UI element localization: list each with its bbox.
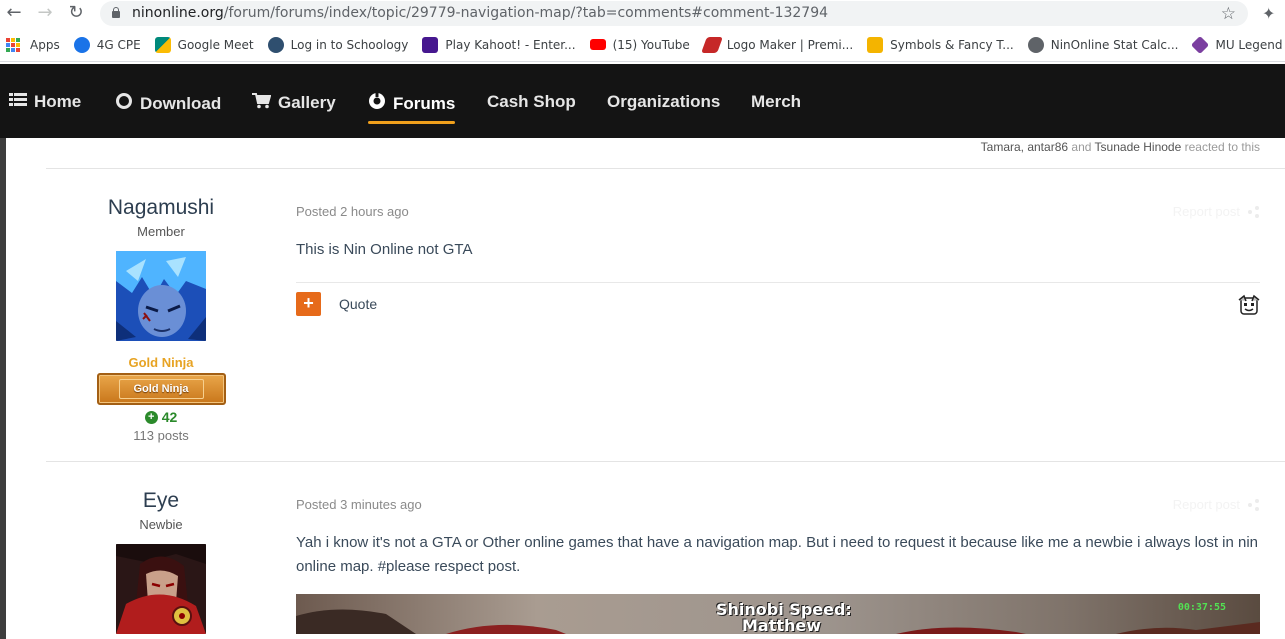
4g-cpe-icon (73, 36, 90, 53)
bookmark-google-meet[interactable]: Google Meet (154, 36, 254, 53)
bookmark-youtube[interactable]: (15) YouTube (589, 38, 690, 52)
home-icon (9, 92, 27, 112)
post-text: This is Nin Online not GTA (296, 241, 473, 258)
multiquote-plus-icon[interactable]: + (296, 292, 321, 316)
share-icon[interactable] (1248, 498, 1260, 511)
browser-toolbar: ← → ↻ ninonline.org/forum/forums/index/t… (0, 0, 1285, 28)
apps-grid-icon (6, 37, 20, 52)
symbols-icon (867, 36, 884, 53)
reputation: +42 (46, 409, 276, 425)
bookmark-star-icon[interactable]: ☆ (1221, 4, 1236, 24)
report-post-link[interactable]: Report post (1173, 497, 1260, 512)
post-timestamp[interactable]: Posted 2 hours ago (296, 204, 1260, 219)
post-author-panel: Eye Newbie (46, 489, 276, 634)
reaction-last-name[interactable]: Tsunade Hinode (1095, 140, 1182, 154)
cart-icon (252, 92, 272, 114)
plus-circle-icon: + (144, 410, 158, 424)
author-rank: Newbie (139, 517, 183, 532)
image-overlay-timer: 00:37:55 (1177, 602, 1226, 613)
extensions-icon[interactable]: ✦ (1262, 4, 1275, 23)
divider (46, 168, 1285, 169)
reaction-icon[interactable] (1238, 294, 1260, 318)
bookmark-mu-legend[interactable]: MU Legend Global (1191, 35, 1285, 54)
site-navigation: Home Download Gallery Forums Cash Shop O… (0, 64, 1285, 138)
reload-icon[interactable]: ↻ (67, 4, 85, 22)
meet-icon (154, 36, 171, 53)
reaction-summary: Tamara, antar86 and Tsunade Hinode react… (980, 140, 1260, 154)
avatar[interactable] (116, 251, 206, 341)
bookmark-symbols[interactable]: Symbols & Fancy T... (867, 36, 1014, 53)
lock-icon (112, 7, 120, 18)
author-name[interactable]: Nagamushi (46, 196, 276, 220)
forum-topic-content: Tamara, antar86 and Tsunade Hinode react… (6, 138, 1285, 639)
bookmark-apps[interactable]: Apps (6, 37, 60, 52)
post-author-panel: Nagamushi Member Gold Ninja Gold Ninja +… (46, 196, 276, 443)
nav-download[interactable]: Download (115, 92, 221, 115)
kahoot-icon (422, 36, 439, 53)
nav-gallery[interactable]: Gallery (252, 92, 336, 114)
download-icon (115, 92, 133, 115)
nav-home[interactable]: Home (9, 92, 81, 112)
forward-icon[interactable]: → (36, 4, 54, 22)
globe-icon (1027, 36, 1044, 53)
mu-legend-icon (1191, 35, 1210, 54)
post-actions-divider (296, 282, 1260, 283)
group-title: Gold Ninja (128, 355, 194, 370)
post-timestamp[interactable]: Posted 3 minutes ago (296, 497, 1260, 512)
youtube-icon (589, 39, 606, 50)
report-post-link[interactable]: Report post (1173, 204, 1260, 219)
author-name[interactable]: Eye (46, 489, 276, 513)
nav-merch[interactable]: Merch (751, 92, 801, 112)
logo-maker-icon (700, 36, 723, 53)
bookmark-kahoot[interactable]: Play Kahoot! - Enter... (422, 36, 576, 53)
author-rank: Member (137, 224, 185, 239)
avatar[interactable] (116, 544, 206, 634)
post-body: Posted 3 minutes ago Report post Yah i k… (296, 497, 1260, 634)
reaction-names[interactable]: Tamara, antar86 (981, 140, 1068, 154)
divider (46, 461, 1285, 462)
nav-forums[interactable]: Forums (368, 92, 456, 124)
forums-icon (368, 92, 386, 115)
bookmark-logo-maker[interactable]: Logo Maker | Premi... (700, 36, 853, 53)
post-body: Posted 2 hours ago Report post This is N… (296, 204, 1260, 316)
bookmark-schoology[interactable]: Log in to Schoology (267, 36, 408, 53)
nav-organizations[interactable]: Organizations (607, 92, 720, 112)
share-icon[interactable] (1248, 205, 1260, 218)
bookmark-stat-calc[interactable]: NinOnline Stat Calc... (1027, 36, 1178, 53)
nav-cash-shop[interactable]: Cash Shop (487, 92, 576, 112)
address-bar[interactable]: ninonline.org/forum/forums/index/topic/2… (100, 1, 1248, 26)
post-image[interactable]: Shinobi Speed: Matthew 00:37:55 (296, 594, 1260, 634)
image-overlay-name: Matthew (742, 616, 822, 634)
bookmark-4g-cpe[interactable]: 4G CPE (73, 36, 141, 53)
quote-action[interactable]: + Quote (296, 292, 377, 316)
quote-button[interactable]: Quote (339, 296, 377, 312)
back-icon[interactable]: ← (5, 4, 23, 22)
gold-ninja-badge: Gold Ninja (96, 373, 226, 405)
schoology-icon (267, 36, 284, 53)
post-text: Yah i know it's not a GTA or Other onlin… (296, 534, 1259, 575)
url-text: ninonline.org/forum/forums/index/topic/2… (132, 5, 829, 21)
post-count: 113 posts (133, 428, 189, 443)
bookmarks-bar: Apps 4G CPE Google Meet Log in to School… (0, 28, 1285, 62)
